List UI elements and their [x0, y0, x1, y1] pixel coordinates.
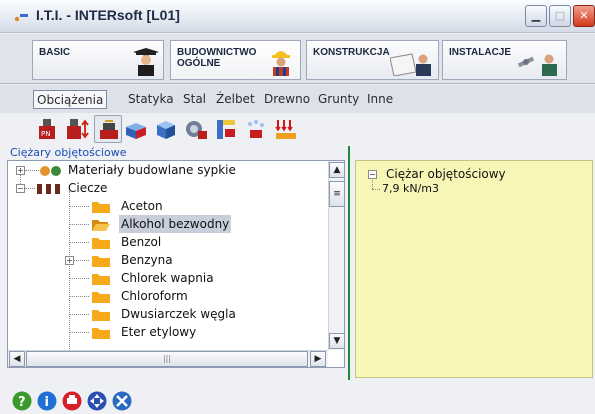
collapse-toggle[interactable]: − [368, 170, 377, 179]
materials-icon [40, 166, 61, 176]
pn-weight-arrow-icon[interactable] [64, 115, 92, 143]
tab-label: BUDOWNICTWO OGÓLNE [177, 47, 257, 69]
folder-icon [92, 328, 110, 339]
pn-scale-icon[interactable] [94, 115, 122, 143]
submenu-drewno[interactable]: Drewno [264, 90, 310, 109]
tree-item-alkohol-bezwodny[interactable]: Alkohol bezwodny [119, 215, 232, 233]
tree-connector [69, 314, 89, 315]
info-icon[interactable]: i [37, 391, 57, 411]
graduate-icon [133, 48, 159, 76]
expand-toggle[interactable]: + [16, 166, 25, 175]
tree-connector [74, 260, 89, 261]
properties-panel: − Ciężar objętościowy 7,9 kN/m3 [355, 160, 593, 378]
maximize-button[interactable]: □ [549, 5, 571, 27]
tree-item-aceton[interactable]: Aceton [121, 197, 163, 215]
help-icon[interactable]: ? [12, 391, 32, 411]
tab-budownictwo-ogolne[interactable]: BUDOWNICTWO OGÓLNE [170, 40, 301, 80]
tree-connector [25, 188, 35, 189]
tree-connector [69, 332, 89, 333]
svg-text:?: ? [18, 395, 26, 410]
tab-konstrukcja[interactable]: KONSTRUKCJA [306, 40, 439, 80]
tree-caption: Ciężary objętościowe [10, 146, 127, 159]
pn-cube-icon[interactable] [152, 115, 180, 143]
minimize-button[interactable]: ▁ [525, 5, 547, 27]
horizontal-scrollbar[interactable]: ◀ ||| ▶ [8, 350, 328, 367]
tree-item-ciecze[interactable]: Ciecze [68, 179, 107, 197]
scroll-up-button[interactable]: ▲ [329, 162, 344, 178]
pn-box-icon[interactable] [122, 115, 150, 143]
folder-icon [92, 310, 110, 321]
scroll-right-button[interactable]: ▶ [310, 351, 326, 367]
collapse-toggle[interactable]: − [16, 184, 25, 193]
pn-wind-icon[interactable] [272, 115, 300, 143]
toolbar: PN [0, 113, 595, 145]
submenu-inne[interactable]: Inne [367, 90, 393, 109]
tree-connector [372, 189, 380, 190]
pn-wall-icon[interactable] [212, 115, 240, 143]
engineer-drawing-icon [390, 53, 431, 76]
folder-icon [92, 202, 110, 213]
tab-label: BASIC [39, 47, 71, 58]
navigate-icon[interactable] [87, 391, 107, 411]
tree-connector [25, 170, 39, 171]
close-button[interactable]: ✕ [573, 5, 595, 27]
panel-splitter[interactable] [348, 146, 350, 380]
tree-connector [69, 296, 89, 297]
folder-icon [92, 256, 110, 267]
tree-item-materialy[interactable]: Materiały budowlane sypkie [68, 161, 236, 179]
plumber-icon [518, 54, 557, 76]
scroll-left-button[interactable]: ◀ [9, 351, 25, 367]
folder-icon [92, 238, 110, 249]
material-tree[interactable]: + Materiały budowlane sypkie − Ciecze Ac… [7, 160, 345, 368]
window-title: I.T.I. - INTERsoft [L01] [36, 7, 180, 23]
open-folder-icon [92, 220, 110, 231]
vertical-scrollbar[interactable]: ▲ ≡ ▼ [328, 161, 344, 350]
svg-text:PN: PN [41, 130, 50, 138]
svg-text:i: i [45, 395, 49, 410]
tab-label: INSTALACJE [449, 47, 512, 58]
tree-connector [69, 191, 70, 351]
tree-item-chlorek-wapnia[interactable]: Chlorek wapnia [121, 269, 214, 287]
scroll-thumb-horizontal[interactable]: ||| [26, 351, 308, 367]
submenu-statyka[interactable]: Statyka [128, 90, 174, 109]
tree-connector [69, 278, 89, 279]
submenu-zelbet[interactable]: Żelbet [216, 90, 255, 109]
property-value: 7,9 kN/m3 [382, 182, 440, 195]
app-logo-icon [14, 14, 28, 22]
submenu-obciazenia[interactable]: Obciążenia [33, 90, 108, 109]
expand-toggle[interactable]: + [65, 256, 74, 265]
submenu-bar: Obciążenia Statyka Stal Żelbet Drewno Gr… [0, 85, 595, 113]
tree-connector [69, 242, 89, 243]
pn-snow-icon[interactable] [242, 115, 270, 143]
application-window: I.T.I. - INTERsoft [L01] ▁ □ ✕ BASIC BUD… [0, 0, 595, 414]
title-bar[interactable]: I.T.I. - INTERsoft [L01] ▁ □ ✕ [0, 0, 595, 33]
builder-icon [272, 51, 290, 76]
submenu-stal[interactable]: Stal [183, 90, 206, 109]
tree-item-dwusiarczek-wegla[interactable]: Dwusiarczek węgla [121, 305, 236, 323]
tab-basic[interactable]: BASIC [32, 40, 164, 80]
folder-icon [92, 292, 110, 303]
tree-item-benzol[interactable]: Benzol [121, 233, 161, 251]
settings-tools-icon[interactable] [112, 391, 132, 411]
bottom-toolbar: ? i [0, 388, 595, 414]
bottles-icon [37, 184, 60, 194]
tree-item-benzyna[interactable]: Benzyna [121, 251, 173, 269]
scroll-thumb[interactable]: ≡ [329, 181, 344, 207]
tree-connector [69, 206, 89, 207]
tree-connector [69, 224, 89, 225]
category-tabs: BASIC BUDOWNICTWO OGÓLNE KONSTRUKCJA INS… [0, 34, 595, 84]
tree-connector [372, 180, 373, 189]
tab-label: KONSTRUKCJA [313, 47, 390, 58]
folder-icon [92, 274, 110, 285]
tree-item-chloroform[interactable]: Chloroform [121, 287, 188, 305]
pn-wheel-icon[interactable] [182, 115, 210, 143]
tab-instalacje[interactable]: INSTALACJE [442, 40, 567, 80]
print-icon[interactable] [62, 391, 82, 411]
pn-weight-icon[interactable]: PN [33, 115, 61, 143]
scroll-down-button[interactable]: ▼ [329, 333, 344, 349]
submenu-grunty[interactable]: Grunty [318, 90, 359, 109]
tree-item-eter-etylowy[interactable]: Eter etylowy [121, 323, 196, 341]
